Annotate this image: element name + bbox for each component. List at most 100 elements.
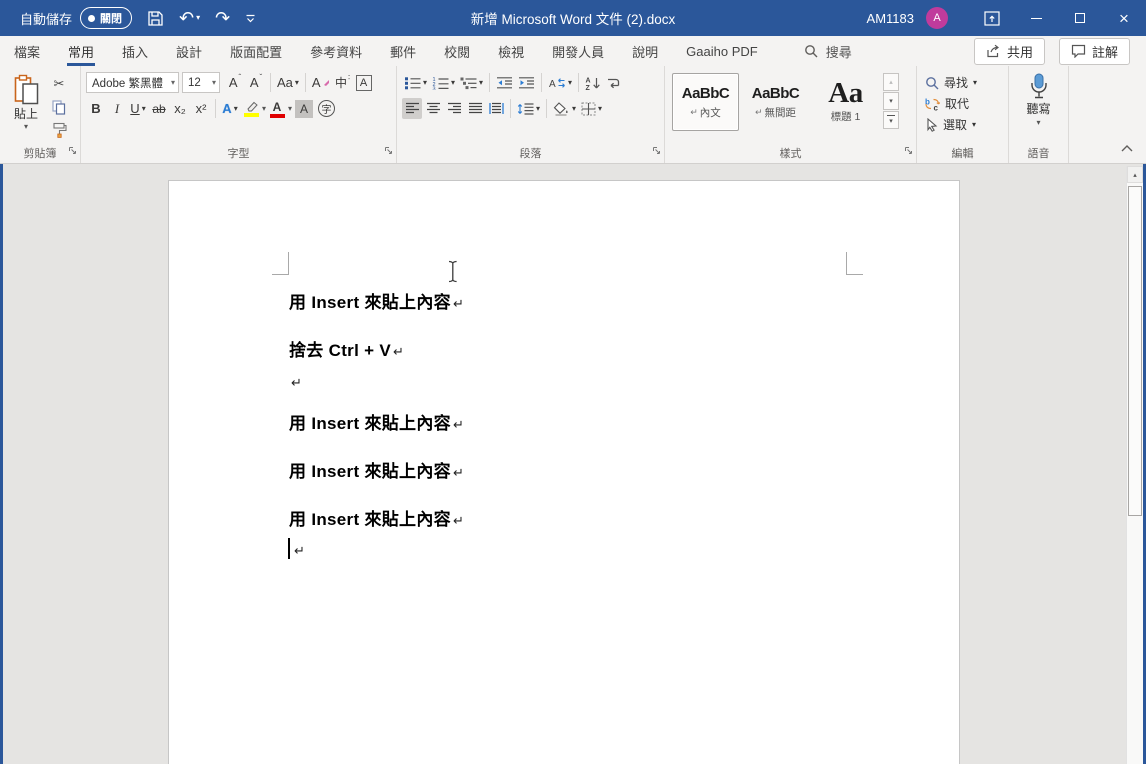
phonetic-guide-button[interactable]: 中∶	[333, 72, 353, 93]
tab-view[interactable]: 檢視	[484, 36, 538, 66]
autosave-pill[interactable]: 關閉	[80, 7, 132, 29]
align-right-button[interactable]	[444, 98, 464, 119]
scroll-up-icon: ▴	[889, 78, 893, 86]
replace-button[interactable]: bc 取代	[922, 94, 1003, 113]
tab-home[interactable]: 常用	[54, 36, 108, 66]
change-case-button[interactable]: Aa▾	[275, 72, 301, 93]
avatar[interactable]: A	[926, 7, 948, 29]
tab-gaaiho-pdf[interactable]: Gaaiho PDF	[672, 36, 772, 66]
styles-scroll-down-button[interactable]: ▾	[883, 92, 899, 110]
tab-insert[interactable]: 插入	[108, 36, 162, 66]
scroll-down-icon: ▾	[889, 117, 893, 125]
paragraph-line[interactable]: 捨去 Ctrl + V↵	[289, 336, 404, 360]
style-normal[interactable]: AaBbC ↵內文	[672, 73, 739, 131]
svg-text:c: c	[934, 103, 939, 111]
group-paragraph: ▾ 123 ▾ ▾ A ▾ AZ	[397, 66, 665, 163]
tab-mailings[interactable]: 郵件	[376, 36, 430, 66]
font-color-button[interactable]: A	[267, 98, 287, 119]
scrollbar-thumb[interactable]	[1128, 186, 1142, 516]
increase-indent-button[interactable]	[516, 72, 537, 93]
styles-gallery-more-button[interactable]: ▾	[883, 111, 899, 129]
undo-button[interactable]: ↶ ▾	[179, 9, 200, 27]
autosave-toggle[interactable]: 自動儲存 關閉	[20, 7, 132, 29]
collapse-ribbon-button[interactable]	[1116, 137, 1138, 159]
align-center-button[interactable]	[423, 98, 443, 119]
character-shading-button[interactable]: A	[293, 98, 315, 119]
align-left-button[interactable]	[402, 98, 422, 119]
maximize-button[interactable]	[1058, 0, 1102, 36]
multilevel-list-button[interactable]: ▾	[458, 72, 485, 93]
style-no-spacing[interactable]: AaBbC ↵無間距	[742, 73, 809, 131]
tab-references[interactable]: 參考資料	[296, 36, 376, 66]
paragraph-line[interactable]: 用 Insert 來貼上內容↵	[289, 457, 464, 481]
tab-design[interactable]: 設計	[162, 36, 216, 66]
cut-button[interactable]: ✂	[49, 74, 69, 94]
strikethrough-button[interactable]: ab	[149, 98, 169, 119]
format-painter-button[interactable]	[49, 120, 69, 140]
scrollbar-up-button[interactable]: ▴	[1127, 166, 1143, 183]
vertical-scrollbar[interactable]: ▴	[1126, 166, 1143, 764]
align-right-icon	[447, 102, 462, 115]
paste-button[interactable]: 貼上 ▾	[5, 72, 47, 146]
grow-font-button[interactable]: Aˆ	[225, 72, 245, 93]
copy-button[interactable]	[49, 97, 69, 117]
ribbon-display-options-button[interactable]	[970, 0, 1014, 36]
shrink-font-button[interactable]: Aˇ	[246, 72, 266, 93]
pilcrow-icon: ↵	[690, 107, 698, 118]
search-box[interactable]: 搜尋	[804, 42, 852, 61]
tab-file[interactable]: 檔案	[0, 36, 54, 66]
font-name-combo[interactable]: Adobe 繁黑體 ▾	[86, 72, 179, 93]
bold-button[interactable]: B	[86, 98, 106, 119]
font-size-combo[interactable]: 12 ▾	[182, 72, 220, 93]
paragraph-line[interactable]: 用 Insert 來貼上內容↵	[289, 505, 464, 529]
sort-button[interactable]: AZ	[583, 72, 603, 93]
style-name: 無間距	[765, 105, 797, 120]
superscript-button[interactable]: x²	[191, 98, 211, 119]
document-page[interactable]: 用 Insert 來貼上內容↵ 捨去 Ctrl + V↵ ↵ 用 Insert …	[168, 180, 960, 764]
comments-button[interactable]: 註解	[1059, 38, 1130, 65]
account-name[interactable]: AM1183	[867, 11, 914, 26]
style-heading-1[interactable]: Aa 標題 1	[812, 73, 879, 131]
subscript-button[interactable]: x₂	[170, 98, 190, 119]
text-effects-button[interactable]: A▾	[220, 98, 240, 119]
dictate-button[interactable]: 聽寫 ▾	[1014, 72, 1063, 127]
clear-formatting-button[interactable]: A	[310, 72, 332, 93]
highlight-button[interactable]	[241, 98, 261, 119]
underline-button[interactable]: U▾	[128, 98, 148, 119]
tab-help[interactable]: 說明	[618, 36, 672, 66]
decrease-indent-button[interactable]	[494, 72, 515, 93]
justify-button[interactable]	[465, 98, 485, 119]
tab-review[interactable]: 校閱	[430, 36, 484, 66]
paragraph-line[interactable]: 用 Insert 來貼上內容↵	[289, 288, 464, 312]
chevron-down-icon: ▾	[142, 105, 146, 113]
line-spacing-button[interactable]: ▾	[515, 98, 542, 119]
tab-developer[interactable]: 開發人員	[538, 36, 618, 66]
distribute-button[interactable]	[486, 98, 506, 119]
character-border-button[interactable]: A	[354, 72, 374, 93]
redo-button[interactable]: ↷	[215, 9, 230, 27]
paragraph-line[interactable]: ↵	[289, 540, 305, 564]
find-button[interactable]: 尋找 ▾	[922, 73, 1003, 92]
borders-button[interactable]: ▾	[579, 98, 604, 119]
asian-layout-button[interactable]: A ▾	[546, 72, 574, 93]
bullets-button[interactable]: ▾	[402, 72, 429, 93]
share-button[interactable]: 共用	[974, 38, 1045, 65]
clipboard-group-label: 剪貼簿	[0, 145, 80, 161]
paragraph-line[interactable]: ↵	[289, 372, 302, 396]
chevron-down-icon: ▾	[24, 123, 28, 131]
show-formatting-marks-button[interactable]	[604, 72, 624, 93]
justify-icon	[468, 102, 483, 115]
italic-button[interactable]: I	[107, 98, 127, 119]
shading-fill-button[interactable]: ▾	[551, 98, 578, 119]
chevron-down-icon: ▾	[572, 105, 576, 113]
styles-scroll-up-button[interactable]: ▴	[883, 73, 899, 91]
close-button[interactable]: ×	[1102, 0, 1146, 36]
numbering-button[interactable]: 123 ▾	[430, 72, 457, 93]
paragraph-line[interactable]: 用 Insert 來貼上內容↵	[289, 409, 464, 433]
customize-qat-button[interactable]	[245, 13, 256, 24]
save-button[interactable]	[147, 10, 164, 27]
select-button[interactable]: 選取 ▾	[922, 115, 1003, 134]
enclose-characters-button[interactable]: 字	[316, 98, 337, 119]
tab-layout[interactable]: 版面配置	[216, 36, 296, 66]
minimize-button[interactable]	[1014, 0, 1058, 36]
